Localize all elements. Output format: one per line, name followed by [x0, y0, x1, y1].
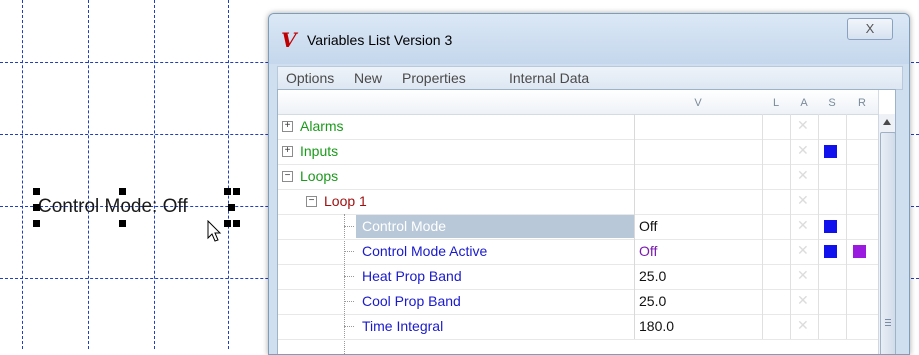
resize-handle[interactable]	[119, 220, 126, 227]
window-title: Variables List Version 3	[307, 32, 453, 48]
disabled-x-icon: ✕	[797, 317, 809, 333]
resize-handle[interactable]	[233, 188, 240, 195]
value-cell[interactable]	[634, 164, 762, 189]
close-button[interactable]: X	[847, 18, 893, 40]
disabled-x-icon: ✕	[797, 292, 809, 308]
value-cell[interactable]	[634, 114, 762, 139]
resize-handle[interactable]	[33, 204, 40, 211]
value-cell[interactable]: 25.0	[634, 289, 762, 314]
resize-handle[interactable]	[224, 220, 231, 227]
menu-bar: Options New Properties Internal Data	[277, 66, 903, 90]
column-header-value[interactable]: V	[634, 90, 763, 115]
column-header-r[interactable]: R	[846, 90, 879, 115]
mouse-cursor-icon	[207, 220, 222, 242]
variables-tree-grid[interactable]: V L A S R + Alarms ✕ + Inputs ✕ − Loops …	[277, 89, 896, 354]
resize-handle[interactable]	[224, 188, 231, 195]
disabled-x-icon: ✕	[797, 267, 809, 283]
tree-row-time-integral[interactable]: Time Integral 180.0 ✕	[278, 314, 878, 340]
disabled-x-icon: ✕	[797, 242, 809, 258]
resize-handle[interactable]	[228, 204, 235, 211]
menu-properties[interactable]: Properties	[402, 70, 466, 86]
tree-row-loop-1[interactable]: − Loop 1 ✕	[278, 189, 878, 215]
row-label: Loop 1	[324, 193, 367, 209]
resize-handle[interactable]	[33, 220, 40, 227]
column-header-name[interactable]	[278, 90, 635, 115]
row-label: Time Integral	[362, 318, 444, 334]
disabled-x-icon: ✕	[797, 142, 809, 158]
tree-row-inputs[interactable]: + Inputs ✕	[278, 139, 878, 165]
value-cell[interactable]: Off	[634, 214, 762, 239]
title-bar[interactable]: V Variables List Version 3 X	[269, 14, 909, 64]
tree-row-control-mode[interactable]: Control Mode Off ✕	[278, 214, 878, 240]
column-header-s[interactable]: S	[818, 90, 847, 115]
marker-blue-square-icon	[824, 245, 837, 258]
app-logo-icon: V	[281, 28, 297, 52]
marker-blue-square-icon	[824, 220, 837, 233]
expand-plus-icon[interactable]: +	[282, 121, 293, 132]
tree-row-control-mode-active[interactable]: Control Mode Active Off ✕	[278, 239, 878, 265]
control-mode-label-object[interactable]: Control Mode: Off	[38, 196, 188, 218]
menu-new[interactable]: New	[354, 70, 382, 86]
disabled-x-icon: ✕	[797, 167, 809, 183]
disabled-x-icon: ✕	[797, 217, 809, 233]
disabled-x-icon: ✕	[797, 117, 809, 133]
grid-line	[22, 0, 23, 349]
tree-row-heat-prop-band[interactable]: Heat Prop Band 25.0 ✕	[278, 264, 878, 290]
close-icon: X	[865, 21, 875, 36]
row-label: Control Mode	[362, 218, 447, 234]
row-label: Alarms	[300, 118, 344, 134]
value-cell[interactable]: Off	[634, 239, 762, 264]
row-label: Control Mode Active	[362, 243, 488, 259]
row-label: Loops	[300, 168, 339, 184]
disabled-x-icon: ✕	[797, 192, 809, 208]
marker-purple-square-icon	[853, 245, 866, 258]
scrollbar-thumb[interactable]	[880, 132, 895, 354]
resize-handle[interactable]	[119, 188, 126, 195]
collapse-minus-icon[interactable]: −	[282, 171, 293, 182]
expand-plus-icon[interactable]: +	[282, 146, 293, 157]
row-label: Cool Prop Band	[362, 293, 461, 309]
grid-line	[228, 0, 229, 349]
vertical-scrollbar[interactable]	[878, 114, 895, 354]
column-header-a[interactable]: A	[790, 90, 819, 115]
collapse-minus-icon[interactable]: −	[306, 196, 317, 207]
column-header-l[interactable]: L	[762, 90, 791, 115]
scroll-up-arrow-icon[interactable]	[883, 119, 891, 125]
tree-row-alarms[interactable]: + Alarms ✕	[278, 114, 878, 140]
marker-blue-square-icon	[824, 145, 837, 158]
value-cell[interactable]	[634, 189, 762, 214]
value-cell[interactable]: 180.0	[634, 314, 762, 339]
tree-row-loops[interactable]: − Loops ✕	[278, 164, 878, 190]
tree-row-cool-prop-band[interactable]: Cool Prop Band 25.0 ✕	[278, 289, 878, 315]
menu-options[interactable]: Options	[286, 70, 334, 86]
variables-list-dialog[interactable]: V Variables List Version 3 X Options New…	[268, 13, 910, 355]
grid-line	[154, 0, 155, 349]
resize-handle[interactable]	[33, 188, 40, 195]
row-label: Inputs	[300, 143, 339, 159]
value-cell[interactable]	[634, 139, 762, 164]
row-label: Heat Prop Band	[362, 268, 462, 284]
resize-handle[interactable]	[233, 220, 240, 227]
value-cell[interactable]: 25.0	[634, 264, 762, 289]
grid-line	[88, 0, 89, 349]
menu-internal-data[interactable]: Internal Data	[509, 70, 589, 86]
